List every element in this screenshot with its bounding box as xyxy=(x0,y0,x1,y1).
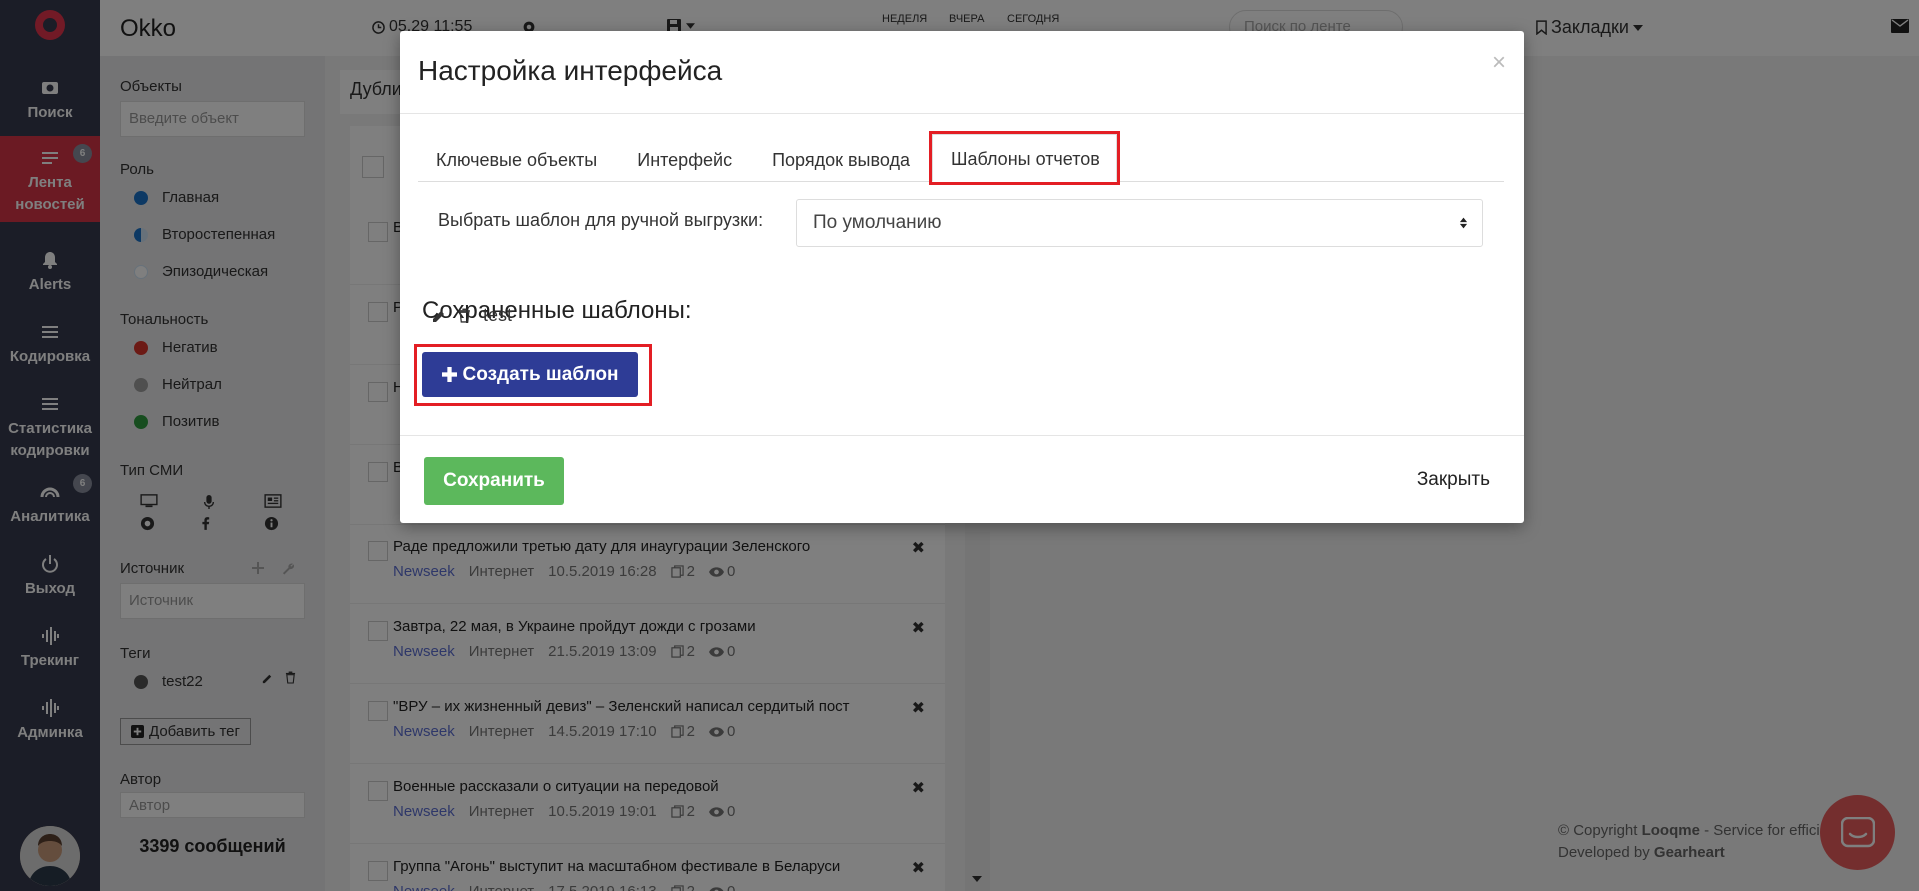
saved-template-name[interactable]: test xyxy=(483,305,512,326)
create-template-highlight: Создать шаблон xyxy=(414,344,652,406)
template-select-value: По умолчанию xyxy=(813,212,942,233)
template-select-label: Выбрать шаблон для ручной выгрузки: xyxy=(438,210,764,230)
settings-tabs: Ключевые объекты Интерфейс Порядок вывод… xyxy=(418,131,1504,185)
close-button[interactable]: Закрыть xyxy=(1417,469,1490,491)
modal-footer-divider xyxy=(400,435,1524,436)
sort-arrows-icon xyxy=(1459,217,1468,229)
interface-settings-modal: Настройка интерфейса × Ключевые объекты … xyxy=(400,31,1524,523)
saved-template-item: test xyxy=(432,305,512,326)
trash-icon[interactable] xyxy=(458,308,471,323)
tab-report-templates[interactable]: Шаблоны отчетов xyxy=(928,131,1120,185)
modal-close-icon[interactable]: × xyxy=(1492,49,1506,77)
save-button[interactable]: Сохранить xyxy=(424,457,564,505)
tab-key-objects[interactable]: Ключевые объекты xyxy=(418,134,613,181)
tab-interface[interactable]: Интерфейс xyxy=(619,134,748,181)
modal-title: Настройка интерфейса xyxy=(418,55,723,86)
create-template-button[interactable]: Создать шаблон xyxy=(422,352,638,397)
create-template-label: Создать шаблон xyxy=(462,363,619,385)
plus-icon xyxy=(441,367,457,382)
template-select[interactable]: По умолчанию xyxy=(796,199,1483,247)
tab-output-order[interactable]: Порядок вывода xyxy=(754,134,926,181)
pencil-icon[interactable] xyxy=(432,309,446,323)
modal-header-divider xyxy=(400,113,1524,114)
